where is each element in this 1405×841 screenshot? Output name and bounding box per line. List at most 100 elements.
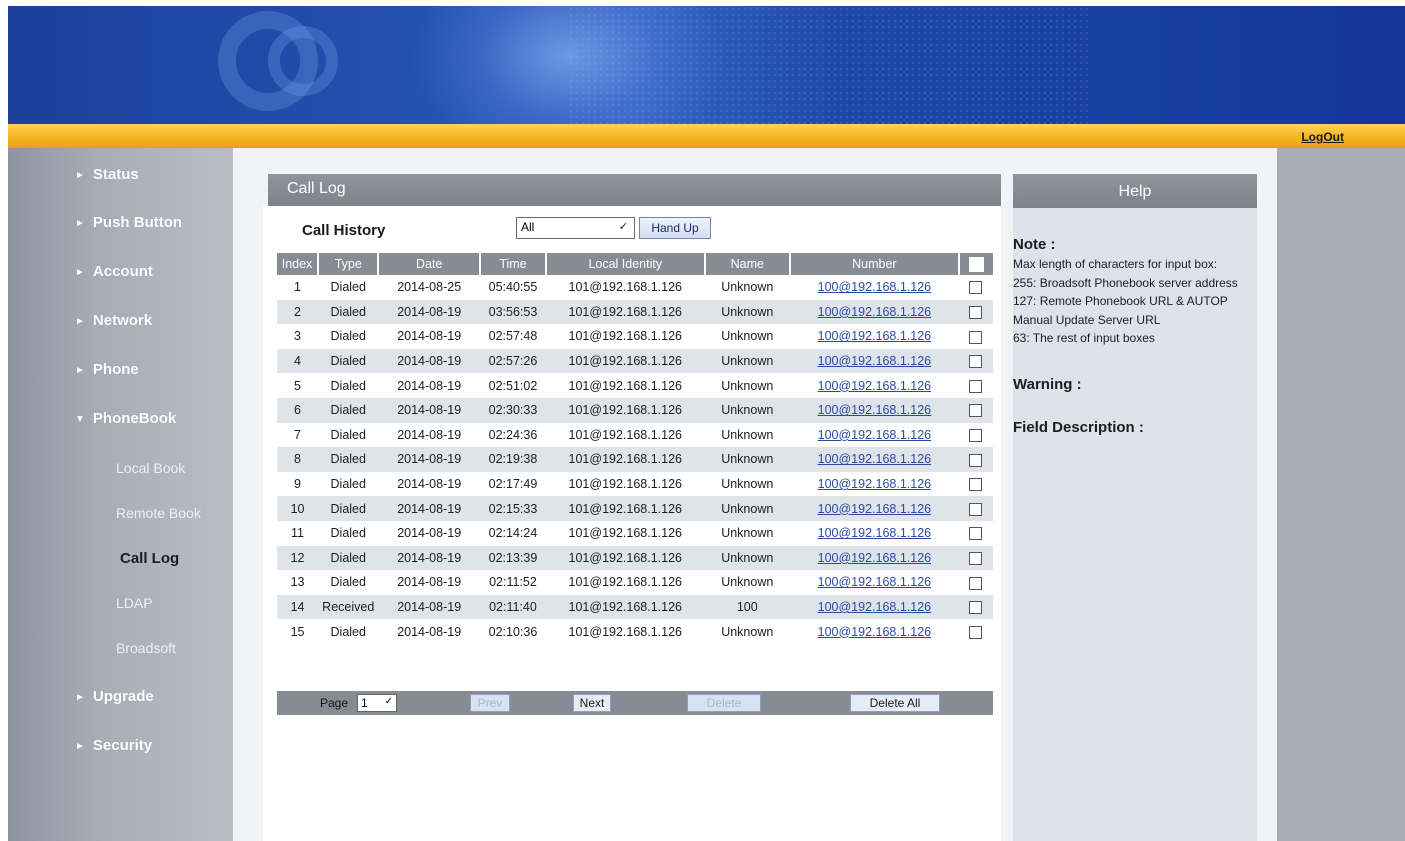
cell-time: 02:11:52: [489, 575, 537, 590]
select-all-checkbox[interactable]: [968, 256, 984, 272]
cell-index: 9: [294, 477, 301, 492]
cell-type: Dialed: [330, 329, 366, 344]
note-line: Max length of characters for input box:: [1013, 257, 1218, 271]
number-link[interactable]: 100@192.168.1.126: [818, 575, 931, 589]
table-row: 6 Dialed 2014-08-19 02:30:33 101@192.168.1.1…: [277, 397, 993, 423]
sidebar-subitem-call-log[interactable]: Call Log: [120, 550, 179, 567]
logout-link[interactable]: LogOut: [1301, 130, 1344, 144]
cell-number: 100@192.168.1.126: [790, 472, 959, 497]
sidebar-subitem-remote-book[interactable]: Remote Book: [116, 505, 201, 521]
cell-date: 2014-08-19: [397, 575, 462, 590]
cell-number: 100@192.168.1.126: [790, 619, 959, 644]
cell-name: Unknown: [704, 348, 791, 374]
row-checkbox[interactable]: [969, 625, 983, 639]
page-select[interactable]: 1 ✓: [357, 694, 397, 712]
next-button[interactable]: Next: [573, 694, 611, 712]
row-checkbox[interactable]: [969, 527, 983, 541]
number-link[interactable]: 100@192.168.1.126: [818, 280, 931, 294]
row-checkbox[interactable]: [969, 330, 983, 344]
cell-index: 2: [277, 299, 319, 325]
number-link[interactable]: 100@192.168.1.126: [818, 403, 931, 417]
number-link[interactable]: 100@192.168.1.126: [818, 379, 931, 393]
cell-date: 2014-08-19: [397, 477, 462, 492]
cell-local-identity: 101@192.168.1.126: [546, 496, 705, 521]
row-checkbox[interactable]: [969, 478, 983, 492]
sidebar-item-upgrade[interactable]: ► Upgrade: [75, 688, 154, 705]
sidebar-item-push-button[interactable]: ► Push Button: [75, 214, 182, 231]
table-row: 15 Dialed 2014-08-19 02:10:36 101@192.168.1.…: [277, 619, 993, 644]
arrow-right-icon: ►: [75, 316, 85, 327]
delete-button[interactable]: Delete: [687, 694, 761, 712]
number-link[interactable]: 100@192.168.1.126: [818, 551, 931, 565]
cell-index: 15: [290, 624, 305, 639]
row-checkbox[interactable]: [969, 601, 983, 615]
row-checkbox[interactable]: [969, 428, 983, 442]
row-checkbox[interactable]: [969, 502, 983, 516]
table-row: 9 Dialed 2014-08-19 02:17:49 101@192.168.1.1…: [277, 472, 993, 497]
cell-number: 100@192.168.1.126: [790, 570, 959, 595]
help-panel: Note : Max length of characters for inpu…: [1013, 208, 1257, 841]
cell-number: 100@192.168.1.126: [790, 496, 959, 521]
col-local-identity: Local Identity: [546, 253, 706, 275]
cell-select: [959, 619, 993, 644]
row-checkbox[interactable]: [969, 576, 983, 590]
hand-up-button[interactable]: Hand Up: [639, 217, 711, 239]
page-label: Page: [320, 696, 349, 710]
sidebar-item-network[interactable]: ► Network: [75, 312, 152, 329]
number-link[interactable]: 100@192.168.1.126: [818, 526, 931, 540]
cell-date: 2014-08-19: [397, 329, 462, 344]
row-checkbox[interactable]: [969, 305, 983, 319]
sidebar-subitem-broadsoft[interactable]: Broadsoft: [116, 640, 176, 656]
number-link[interactable]: 100@192.168.1.126: [818, 477, 931, 491]
number-link[interactable]: 100@192.168.1.126: [818, 600, 931, 614]
sidebar-subitem-local-book[interactable]: Local Book: [116, 460, 185, 476]
col-date: Date: [378, 253, 481, 275]
prev-button[interactable]: Prev: [470, 694, 510, 712]
number-link[interactable]: 100@192.168.1.126: [818, 329, 931, 343]
row-checkbox[interactable]: [969, 355, 983, 369]
help-title: Help: [1013, 174, 1257, 208]
cell-number: 100@192.168.1.126: [790, 373, 959, 398]
col-select-all: [958, 253, 993, 275]
number-link[interactable]: 100@192.168.1.126: [818, 502, 931, 516]
sidebar-item-account[interactable]: ► Account: [75, 263, 153, 280]
row-checkbox[interactable]: [969, 379, 983, 393]
table-row: 13 Dialed 2014-08-19 02:11:52 101@192.168.1.…: [277, 570, 993, 595]
cell-date: 2014-08-19: [397, 526, 462, 541]
sidebar-item-security[interactable]: ► Security: [75, 737, 152, 754]
number-link[interactable]: 100@192.168.1.126: [818, 625, 931, 639]
sidebar-item-phone[interactable]: ► Phone: [75, 361, 139, 378]
sidebar-item-phonebook[interactable]: ▼ PhoneBook: [75, 410, 176, 427]
cell-index: 6: [277, 397, 319, 423]
sidebar-subitem-ldap[interactable]: LDAP: [116, 595, 153, 611]
banner-ring-inner: [268, 26, 338, 96]
cell-time: 02:11:40: [479, 594, 547, 620]
row-checkbox[interactable]: [969, 404, 983, 418]
row-checkbox[interactable]: [969, 281, 983, 295]
number-link[interactable]: 100@192.168.1.126: [818, 452, 931, 466]
table-row: 11 Dialed 2014-08-19 02:14:24 101@192.168.1.…: [277, 521, 993, 546]
cell-index: 8: [277, 447, 319, 472]
cell-index: 13: [290, 575, 305, 590]
field-description-heading: Field Description :: [1013, 418, 1144, 436]
number-link[interactable]: 100@192.168.1.126: [818, 354, 931, 368]
row-checkbox[interactable]: [969, 453, 983, 467]
right-margin: [1277, 148, 1405, 841]
note-line: 63: The rest of input boxes: [1013, 331, 1155, 345]
cell-select: [958, 496, 993, 521]
cell-select: [958, 348, 993, 374]
cell-index: 1: [294, 280, 301, 295]
table-row: 10 Dialed 2014-08-19 02:15:33 101@192.168.1.…: [277, 496, 993, 521]
delete-all-button[interactable]: Delete All: [850, 694, 940, 712]
number-link[interactable]: 100@192.168.1.126: [818, 428, 931, 442]
col-index: Index: [277, 253, 320, 275]
number-link[interactable]: 100@192.168.1.126: [818, 305, 931, 319]
sidebar-item-status[interactable]: ► Status: [75, 166, 139, 183]
cell-number: 100@192.168.1.126: [790, 545, 959, 571]
call-type-filter-select[interactable]: All ✓: [516, 217, 635, 239]
note-line: 255: Broadsoft Phonebook server address: [1013, 275, 1238, 290]
cell-type: Dialed: [318, 447, 379, 472]
table-header-row: Index Type Date Time Local Identity Name…: [277, 253, 993, 275]
cell-index: 5: [294, 378, 301, 393]
row-checkbox[interactable]: [969, 551, 983, 565]
